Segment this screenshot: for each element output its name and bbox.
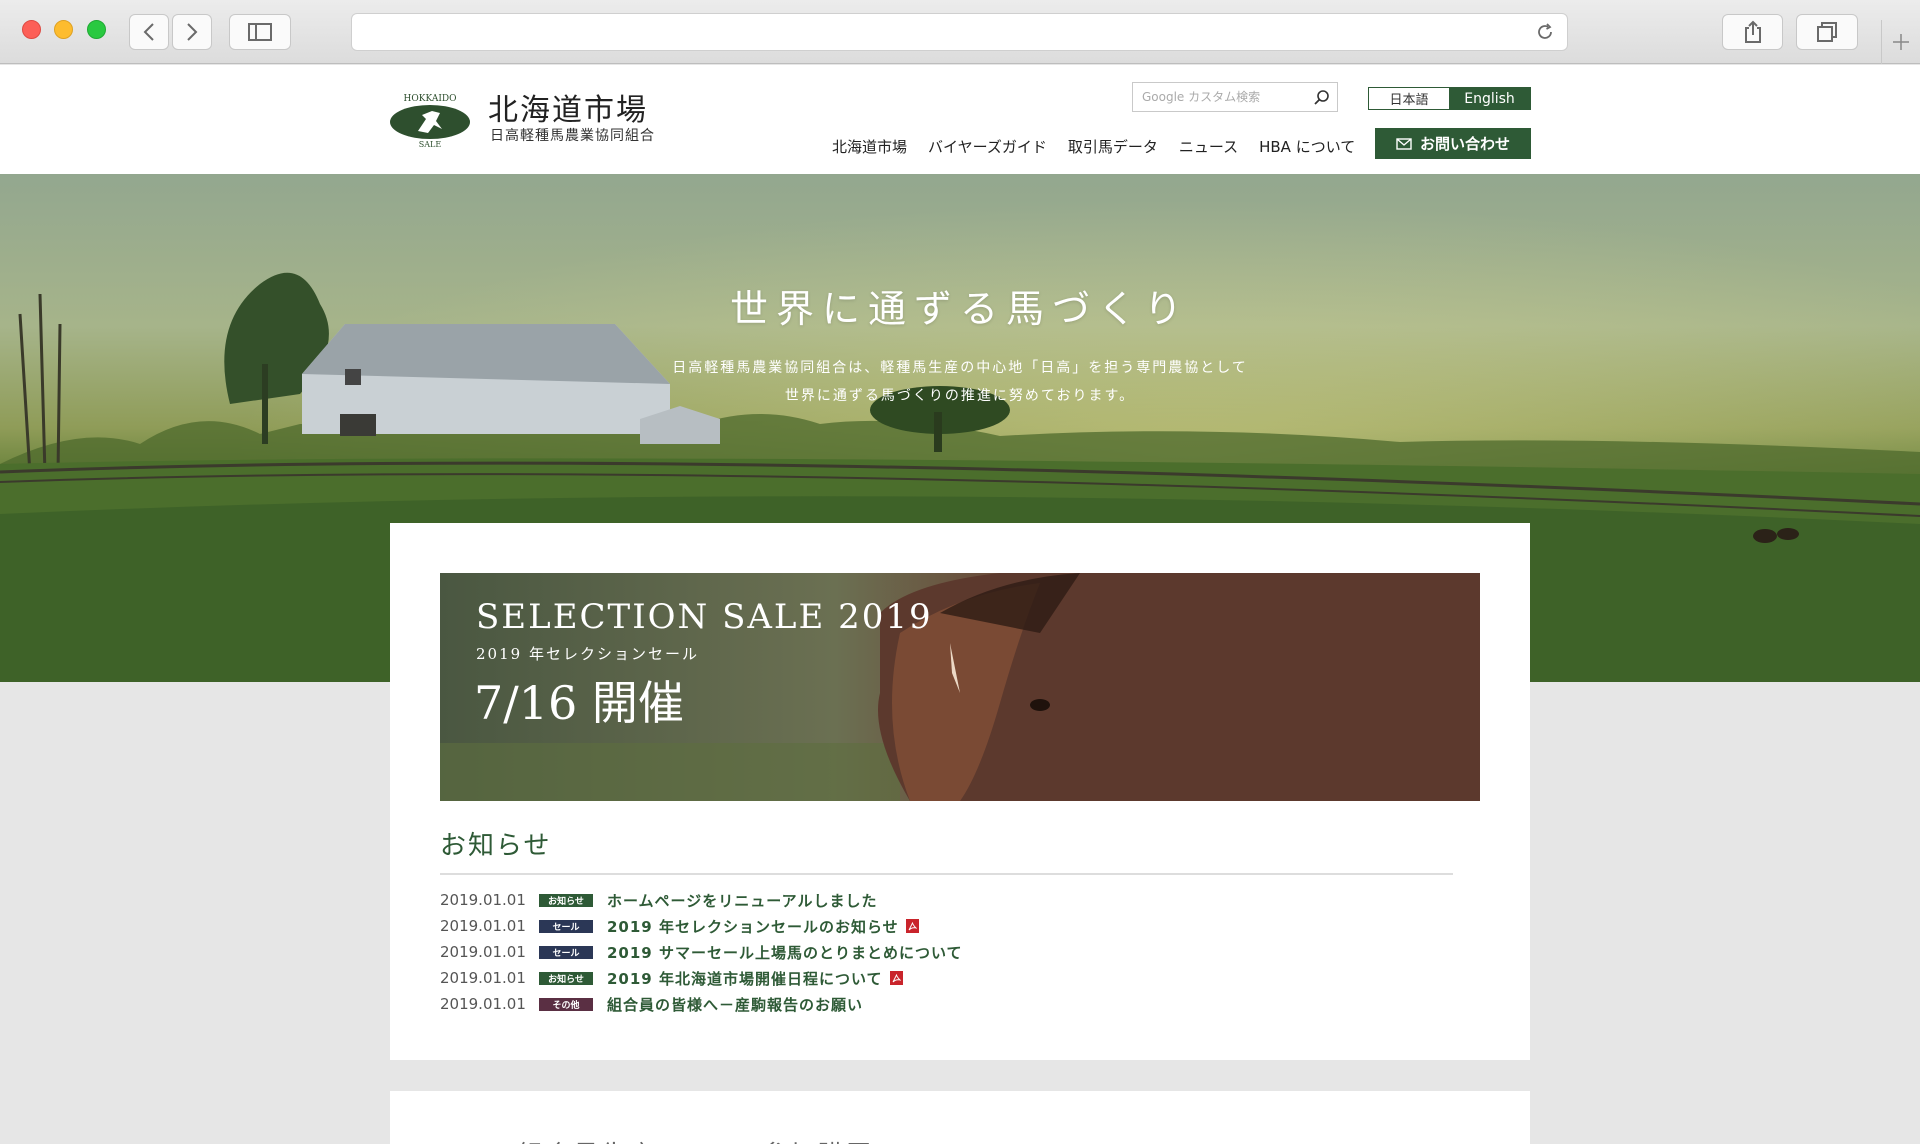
- search-box: [1132, 82, 1338, 112]
- news-item[interactable]: 2019.01.01 お知らせ 2019 年北海道市場開催日程について: [440, 965, 1480, 991]
- hero-description: 日高軽種馬農業協同組合は、軽種馬生産の中心地「日高」を担う専門農協として 世界に…: [0, 354, 1920, 410]
- news-item[interactable]: 2019.01.01 お知らせ ホームページをリニューアルしました: [440, 887, 1480, 913]
- tabs-overview-button[interactable]: [1796, 14, 1858, 50]
- site-subtitle: 日高軽種馬農業協同組合: [490, 128, 655, 144]
- lang-english-button[interactable]: English: [1449, 88, 1530, 109]
- news-item[interactable]: 2019.01.01 その他 組合員の皆様へ－産駒報告のお願い: [440, 991, 1480, 1017]
- news-date: 2019.01.01: [440, 995, 526, 1013]
- site-title[interactable]: 北海道市場: [488, 85, 648, 129]
- news-link[interactable]: 2019 年セレクションセールのお知らせ: [607, 916, 899, 937]
- banner-title-en: SELECTION SALE 2019: [476, 597, 933, 637]
- pdf-icon: [905, 919, 919, 933]
- browser-toolbar: [0, 0, 1920, 64]
- news-tag: その他: [539, 997, 593, 1011]
- news-date: 2019.01.01: [440, 891, 526, 909]
- selection-sale-banner[interactable]: SELECTION SALE 2019 2019 年セレクションセール 7/16…: [440, 573, 1480, 801]
- chevron-left-icon: [143, 23, 154, 41]
- banner-title-ja: 2019 年セレクションセール: [476, 645, 699, 663]
- hokkaido-sale-logo-icon[interactable]: HOKKAIDO SALE: [388, 91, 472, 149]
- main-nav: 北海道市場 バイヤーズガイド 取引馬データ ニュース HBA について: [832, 133, 1376, 159]
- news-item[interactable]: 2019.01.01 セール 2019 年セレクションセールのお知らせ: [440, 913, 1480, 939]
- nav-item-trade-data[interactable]: 取引馬データ: [1068, 136, 1158, 157]
- sidebar-toggle-button[interactable]: [229, 14, 291, 50]
- search-icon[interactable]: [1313, 89, 1331, 107]
- news-heading: お知らせ: [440, 831, 552, 861]
- zoom-window-button[interactable]: [87, 20, 106, 39]
- main-content-card: SELECTION SALE 2019 2019 年セレクションセール 7/16…: [390, 523, 1530, 1060]
- banner-date: 7/16 開催: [474, 676, 684, 730]
- news-date: 2019.01.01: [440, 969, 526, 987]
- svg-text:HOKKAIDO: HOKKAIDO: [404, 94, 457, 104]
- site-header: HOKKAIDO SALE 北海道市場 日高軽種馬農業協同組合 日本語 Engl…: [0, 65, 1920, 174]
- hero-description-line: 日高軽種馬農業協同組合は、軽種馬生産の中心地「日高」を担う専門農協として: [672, 360, 1248, 376]
- news-link[interactable]: 2019 サマーセール上場馬のとりまとめについて: [607, 942, 963, 963]
- mail-icon: [1396, 137, 1412, 150]
- contact-button[interactable]: お問い合わせ: [1375, 128, 1531, 159]
- plus-icon: [1893, 34, 1909, 50]
- close-window-button[interactable]: [22, 20, 41, 39]
- news-item[interactable]: 2019.01.01 セール 2019 サマーセール上場馬のとりまとめについて: [440, 939, 1480, 965]
- search-input[interactable]: [1133, 83, 1303, 111]
- hero-description-line: 世界に通ずる馬づくりの推進に努めております。: [784, 388, 1136, 404]
- tabs-icon: [1817, 22, 1837, 42]
- share-button[interactable]: [1722, 14, 1783, 50]
- news-list: 2019.01.01 お知らせ ホームページをリニューアルしました 2019.0…: [440, 887, 1480, 1017]
- nav-item-hokkaido-market[interactable]: 北海道市場: [832, 136, 907, 157]
- lang-japanese-button[interactable]: 日本語: [1369, 88, 1449, 109]
- pdf-icon: [889, 971, 903, 985]
- news-link[interactable]: ホームページをリニューアルしました: [607, 890, 878, 911]
- news-tag: お知らせ: [539, 893, 593, 907]
- news-date: 2019.01.01: [440, 943, 526, 961]
- contact-label: お問い合わせ: [1419, 135, 1510, 153]
- nav-item-about-hba[interactable]: HBA について: [1259, 136, 1355, 157]
- hero-title: 世界に通ずる馬づくり: [729, 287, 1190, 331]
- minimize-window-button[interactable]: [54, 20, 73, 39]
- svg-text:SALE: SALE: [419, 140, 442, 149]
- nav-item-buyers-guide[interactable]: バイヤーズガイド: [928, 136, 1047, 157]
- nav-item-news[interactable]: ニュース: [1179, 136, 1238, 157]
- section-heading: HBA 組合員生産・HBA 参加購買: [440, 1135, 874, 1144]
- news-link[interactable]: 組合員の皆様へ－産駒報告のお願い: [607, 994, 863, 1015]
- chevron-right-icon: [187, 23, 198, 41]
- address-bar[interactable]: [351, 13, 1568, 51]
- secondary-content-card: HBA 組合員生産・HBA 参加購買: [390, 1091, 1530, 1144]
- news-tag: セール: [539, 919, 593, 933]
- back-button[interactable]: [129, 14, 169, 50]
- news-date: 2019.01.01: [440, 917, 526, 935]
- news-tag: セール: [539, 945, 593, 959]
- share-icon: [1744, 20, 1761, 43]
- language-switch: 日本語 English: [1368, 87, 1531, 110]
- sidebar-icon: [248, 23, 272, 41]
- news-divider: [440, 873, 1453, 875]
- reload-icon[interactable]: [1535, 22, 1555, 42]
- news-tag: お知らせ: [539, 971, 593, 985]
- new-tab-button[interactable]: [1881, 20, 1920, 64]
- news-link[interactable]: 2019 年北海道市場開催日程について: [607, 968, 883, 989]
- forward-button[interactable]: [172, 14, 212, 50]
